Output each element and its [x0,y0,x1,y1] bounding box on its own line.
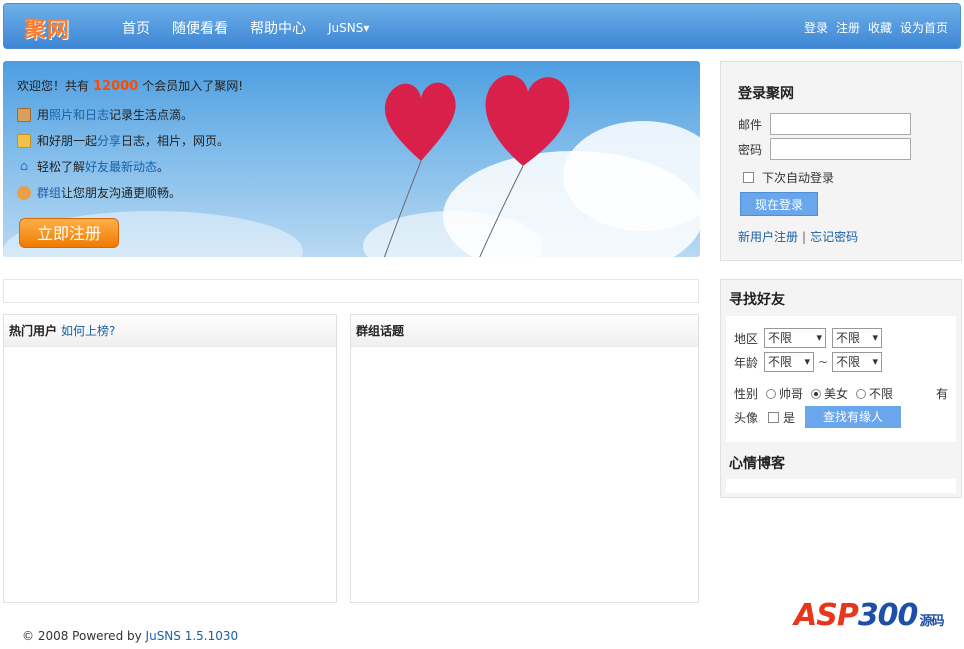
find-friends-form: 地区 不限 不限 年龄 不限 ~ 不限 性别 帅哥 美女 不限 有 头像 是 查… [726,316,956,442]
hot-users-title: 热门用户 [9,324,58,338]
register-now-button[interactable]: 立即注册 [19,218,119,248]
feature-text: 。 [157,160,170,174]
mood-blog-title: 心情博客 [729,456,785,472]
feature-text: 让您朋友沟通更顺畅。 [61,186,182,200]
avatar-row: 头像 是 查找有缘人 [734,406,902,428]
register-link[interactable]: 注册 [836,19,860,36]
group-topics-title: 群组话题 [356,324,405,338]
feature-text: 用 [37,108,50,122]
welcome-prefix: 欢迎您！共有 [17,79,90,93]
feature-share: 和好朋一起 分享 日志，相片，网页。 [17,132,243,149]
login-title: 登录聚网 [738,86,794,102]
member-count: 12000 [93,79,139,94]
email-field[interactable] [770,113,911,135]
watermark-logo: ASP300 源码 [794,598,944,633]
age-select-from[interactable]: 不限 [764,352,815,372]
welcome-suffix: 个会员加入了聚网! [142,79,244,93]
watermark-text: ASP [794,598,859,633]
login-box: 登录聚网 邮件 密码 下次自动登录 现在登录 新用户注册 | 忘记密码 [720,61,962,261]
password-field[interactable] [770,138,911,160]
share-icon [17,133,31,148]
auto-login-label: 下次自动登录 [762,171,835,185]
auto-login-checkbox[interactable] [743,172,754,183]
find-match-button[interactable]: 查找有缘人 [805,406,902,428]
group-topics-panel: 群组话题 [350,314,699,603]
login-link[interactable]: 登录 [804,19,828,36]
gender-label: 性别 [734,387,759,401]
new-user-register-link[interactable]: 新用户注册 [738,230,798,244]
gender-option-label: 美女 [824,387,849,401]
main-nav: 首页 随便看看 帮助中心 JuSNS▾ [122,18,391,38]
gender-radio-male[interactable] [766,388,777,399]
has-avatar-label: 是 [783,410,796,425]
banner-text: 欢迎您！共有 12000 个会员加入了聚网! 用照片和日志 记录生活点滴。 和好朋一起… [17,77,243,210]
auto-login-row: 下次自动登录 [743,169,834,186]
nav-help[interactable]: 帮助中心 [250,18,306,38]
find-friends-box: 寻找好友 地区 不限 不限 年龄 不限 ~ 不限 性别 帅哥 美女 不限 有 头… [720,279,962,498]
password-label: 密码 [738,142,763,157]
footer: © 2008 Powered by JuSNS 1.5.1030 [22,629,238,643]
copyright-text: © 2008 Powered by [22,629,142,643]
watermark-text: 源码 [919,614,944,629]
welcome-message: 欢迎您！共有 12000 个会员加入了聚网! [17,77,243,94]
feature-text: 记录生活点滴。 [109,108,194,122]
feature-text: 日志，相片，网页。 [121,134,230,148]
age-select-to[interactable]: 不限 [832,352,883,372]
region-row: 地区 不限 不限 [734,328,883,348]
friend-updates-link[interactable]: 好友最新动态 [85,158,157,175]
group-topics-header: 群组话题 [351,315,698,347]
gender-radio-any[interactable] [856,388,867,399]
feature-groups: 群组 让您朋友沟通更顺畅。 [17,184,243,201]
region-label: 地区 [734,331,759,346]
nav-jusns-dropdown[interactable]: JuSNS▾ [328,21,369,38]
avatar-label: 头像 [734,410,759,425]
feature-updates: ⌂ 轻松了解 好友最新动态。 [17,158,243,175]
region-select-1[interactable]: 不限 [764,328,827,348]
find-friends-title: 寻找好友 [729,292,785,308]
mood-blog-box [726,479,956,493]
age-label: 年龄 [734,355,759,370]
hot-users-header: 热门用户 如何上榜? [4,315,336,347]
site-logo[interactable]: 聚网 [24,12,70,44]
set-homepage-link[interactable]: 设为首页 [900,19,948,36]
photos-blog-link[interactable]: 照片和日志 [49,106,109,123]
link-separator: | [802,230,807,244]
groups-link[interactable]: 群组 [37,184,61,201]
hot-users-panel: 热门用户 如何上榜? [3,314,337,603]
gender-option-label: 帅哥 [779,387,804,401]
forgot-password-link[interactable]: 忘记密码 [810,230,858,244]
top-nav-bar: 聚网 首页 随便看看 帮助中心 JuSNS▾ 登录 注册 收藏 设为首页 [3,3,961,49]
password-row: 密码 [738,138,911,160]
top-links: 登录 注册 收藏 设为首页 [796,19,948,36]
gender-radio-female[interactable] [811,388,822,399]
email-label: 邮件 [738,117,763,132]
login-submit-button[interactable]: 现在登录 [740,192,818,216]
gender-row: 性别 帅哥 美女 不限 有 [734,385,948,402]
gender-option-label: 不限 [869,387,894,401]
has-avatar-checkbox[interactable] [768,411,780,423]
photo-icon [17,107,31,122]
content-strip [3,279,699,303]
group-icon [17,185,31,200]
how-to-rank-link[interactable]: 如何上榜? [61,324,115,338]
share-link[interactable]: 分享 [97,132,121,149]
nav-browse[interactable]: 随便看看 [172,18,228,38]
watermark-text: 300 [857,598,919,633]
age-range-separator: ~ [818,355,829,369]
region-select-2[interactable]: 不限 [832,328,883,348]
welcome-banner: 欢迎您！共有 12000 个会员加入了聚网! 用照片和日志 记录生活点滴。 和好朋一起… [3,61,700,257]
login-links: 新用户注册 | 忘记密码 [738,228,858,245]
feature-text: 轻松了解 [37,160,86,174]
nav-home[interactable]: 首页 [122,18,150,38]
age-row: 年龄 不限 ~ 不限 [734,352,883,372]
feature-text: 和好朋一起 [37,134,98,148]
email-row: 邮件 [738,113,911,135]
product-version-link[interactable]: JuSNS 1.5.1030 [146,629,239,643]
heart-balloons-icon [383,75,570,257]
feature-photos: 用照片和日志 记录生活点滴。 [17,106,243,123]
favorite-link[interactable]: 收藏 [868,19,892,36]
home-icon: ⌂ [19,158,29,174]
avatar-label-part: 有 [935,387,948,401]
